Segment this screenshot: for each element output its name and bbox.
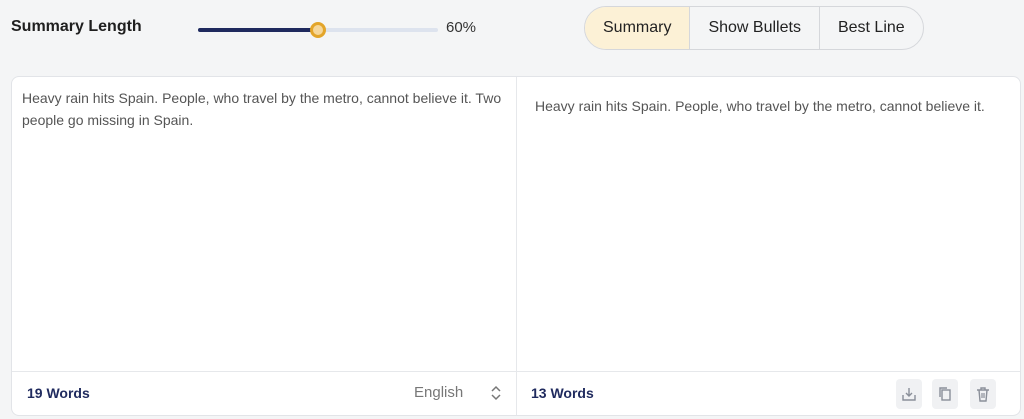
download-button[interactable]: [896, 379, 922, 409]
summary-length-value: 60%: [446, 19, 477, 36]
slider-fill: [198, 28, 318, 32]
editor-panel: Heavy rain hits Spain. People, who trave…: [11, 76, 1021, 416]
delete-button[interactable]: [970, 379, 996, 409]
copy-icon: [939, 387, 951, 401]
summary-length-label: Summary Length: [11, 18, 142, 35]
mode-summary-button[interactable]: Summary: [585, 7, 691, 49]
output-word-count: 13 Words: [531, 385, 594, 401]
chevron-up-down-icon[interactable]: [490, 383, 502, 403]
copy-button[interactable]: [932, 379, 958, 409]
summary-length-slider[interactable]: [198, 22, 438, 38]
language-select[interactable]: English: [414, 384, 463, 401]
mode-switcher: Summary Show Bullets Best Line: [584, 6, 924, 50]
input-word-count: 19 Words: [27, 385, 90, 401]
download-icon: [902, 388, 916, 401]
toolbar: Summary Length 60% Summary Show Bullets …: [0, 0, 1024, 58]
panel-divider: [516, 77, 517, 415]
mode-best-line-button[interactable]: Best Line: [820, 7, 923, 49]
mode-show-bullets-button[interactable]: Show Bullets: [690, 7, 820, 49]
trash-icon: [977, 387, 989, 402]
slider-thumb[interactable]: [310, 22, 326, 38]
footer-divider: [12, 371, 1020, 372]
output-text-area: Heavy rain hits Spain. People, who trave…: [535, 98, 985, 114]
input-text-area[interactable]: Heavy rain hits Spain. People, who trave…: [22, 87, 510, 131]
